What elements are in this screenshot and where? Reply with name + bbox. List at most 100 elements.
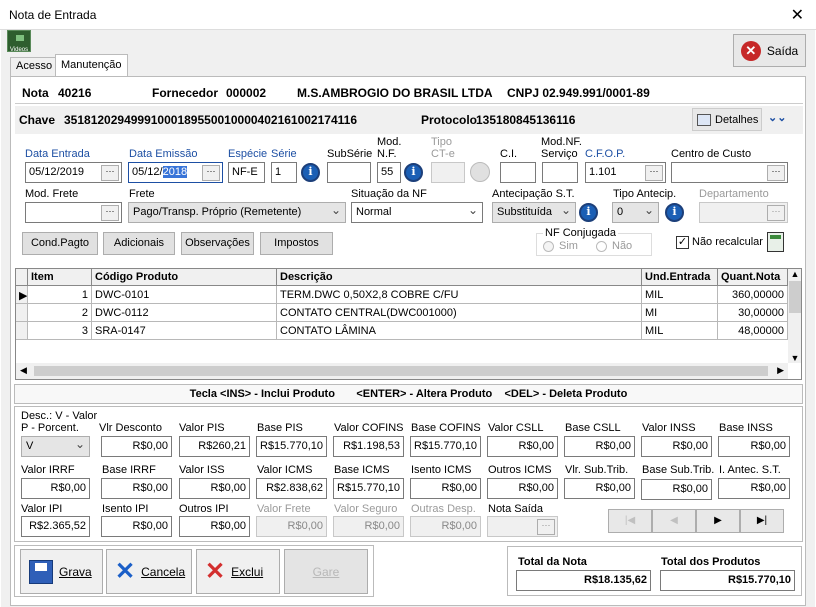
modfrete-picker[interactable]: ···: [101, 205, 119, 221]
adicionais-button[interactable]: Adicionais: [103, 232, 175, 255]
vlr-subtrib-input[interactable]: R$0,00: [564, 478, 635, 499]
outros-icms-input[interactable]: R$0,00: [487, 478, 558, 499]
nav-last-button[interactable]: ▶|: [740, 509, 784, 533]
base-icms-input[interactable]: R$15.770,10: [333, 478, 404, 499]
calculator-icon[interactable]: [767, 232, 784, 252]
row-indicator[interactable]: [16, 322, 28, 340]
hscroll-thumb[interactable]: [34, 366, 768, 376]
table-cell-quant[interactable]: 48,00000: [718, 322, 788, 340]
col-und[interactable]: Und.Entrada: [642, 269, 718, 286]
impostos-button[interactable]: Impostos: [260, 232, 333, 255]
scroll-thumb[interactable]: [789, 281, 801, 313]
table-cell-item[interactable]: 2: [28, 304, 92, 322]
table-cell-item[interactable]: 3: [28, 322, 92, 340]
tab-acesso[interactable]: Acesso: [10, 57, 59, 77]
base-pis-input[interactable]: R$15.770,10: [256, 436, 327, 457]
centro-custo-input[interactable]: ···: [671, 162, 788, 183]
row-indicator[interactable]: ▶: [16, 286, 28, 304]
valor-iss-input[interactable]: R$0,00: [179, 478, 250, 499]
table-cell-descricao[interactable]: TERM.DWC 0,50X2,8 COBRE C/FU: [277, 286, 642, 304]
nav-first-button[interactable]: |◀: [608, 509, 652, 533]
table-cell-quant[interactable]: 30,00000: [718, 304, 788, 322]
col-quant[interactable]: Quant.Nota: [718, 269, 788, 286]
close-icon[interactable]: ✕: [791, 5, 804, 25]
centro-custo-picker[interactable]: ···: [767, 165, 785, 181]
col-descricao[interactable]: Descrição: [277, 269, 642, 286]
data-emissao-input[interactable]: 05/12/2018 ···: [128, 162, 223, 183]
antec-st-input[interactable]: R$0,00: [718, 478, 790, 499]
data-entrada-input[interactable]: 05/12/2019 ···: [25, 162, 122, 183]
modnfserv-input[interactable]: [542, 162, 578, 183]
expand-chevron-icon[interactable]: ⌄⌄: [768, 111, 786, 124]
nf-conjugada-sim-radio[interactable]: [543, 241, 554, 252]
isento-icms-input[interactable]: R$0,00: [410, 478, 481, 499]
modnf-info-icon[interactable]: i: [404, 163, 423, 182]
base-irrf-input[interactable]: R$0,00: [101, 478, 172, 499]
col-codigo[interactable]: Código Produto: [92, 269, 277, 286]
valor-irrf-input[interactable]: R$0,00: [21, 478, 90, 499]
table-cell-quant[interactable]: 360,00000: [718, 286, 788, 304]
table-cell-codigo[interactable]: SRA-0147: [92, 322, 277, 340]
exclui-button[interactable]: ✕ Exclui: [196, 549, 280, 594]
vertical-scrollbar[interactable]: ▲ ▼: [788, 269, 801, 363]
table-cell-und[interactable]: MIL: [642, 286, 718, 304]
cfop-picker[interactable]: ···: [645, 165, 663, 181]
situacao-select[interactable]: Normal: [351, 202, 483, 223]
table-cell-codigo[interactable]: DWC-0101: [92, 286, 277, 304]
tipo-antecip-select[interactable]: 0: [612, 202, 659, 223]
serie-input[interactable]: 1: [271, 162, 297, 183]
scroll-left-icon[interactable]: ◀: [20, 365, 27, 376]
base-inss-input[interactable]: R$0,00: [718, 436, 790, 457]
antecipacao-info-icon[interactable]: i: [579, 203, 598, 222]
base-subtrib-input[interactable]: R$0,00: [641, 479, 712, 500]
frete-select[interactable]: Pago/Transp. Próprio (Remetente): [128, 202, 346, 223]
nota-saida-picker[interactable]: ···: [537, 519, 555, 535]
tab-manutencao[interactable]: Manutenção: [55, 54, 128, 77]
valor-pis-input[interactable]: R$260,21: [179, 436, 250, 457]
base-cofins-input[interactable]: R$15.770,10: [410, 436, 481, 457]
nav-prev-button[interactable]: ◀: [652, 509, 696, 533]
table-cell-descricao[interactable]: CONTATO CENTRAL(DWC001000): [277, 304, 642, 322]
tipo-antecip-info-icon[interactable]: i: [665, 203, 684, 222]
modnf-input[interactable]: 55: [377, 162, 401, 183]
nao-recalcular-checkbox[interactable]: ✓: [676, 236, 689, 249]
serie-info-icon[interactable]: i: [301, 163, 320, 182]
table-cell-und[interactable]: MIL: [642, 322, 718, 340]
table-cell-descricao[interactable]: CONTATO LÂMINA: [277, 322, 642, 340]
exit-button[interactable]: ✕ Saída: [733, 34, 806, 67]
valor-icms-input[interactable]: R$2.838,62: [256, 478, 327, 499]
outros-ipi-input[interactable]: R$0,00: [179, 516, 250, 537]
especie-input[interactable]: NF-E: [228, 162, 265, 183]
videos-button[interactable]: Videos: [7, 30, 31, 53]
data-emissao-picker[interactable]: ···: [202, 165, 220, 181]
scroll-up-icon[interactable]: ▲: [788, 269, 801, 279]
cancela-button[interactable]: ✕ Cancela: [106, 549, 192, 594]
base-csll-input[interactable]: R$0,00: [564, 436, 635, 457]
isento-ipi-input[interactable]: R$0,00: [101, 516, 172, 537]
data-entrada-picker[interactable]: ···: [101, 165, 119, 181]
antecipacao-select[interactable]: Substituída: [492, 202, 576, 223]
grava-button[interactable]: Grava: [20, 549, 103, 594]
detalhes-button[interactable]: Detalhes: [692, 108, 762, 131]
valor-cofins-input[interactable]: R$1.198,53: [333, 436, 404, 457]
table-cell-und[interactable]: MI: [642, 304, 718, 322]
table-cell-codigo[interactable]: DWC-0112: [92, 304, 277, 322]
cond-pagto-button[interactable]: Cond.Pagto: [22, 232, 98, 255]
desc-tipo-select[interactable]: V: [21, 436, 90, 457]
modfrete-input[interactable]: ···: [25, 202, 122, 223]
horizontal-scrollbar[interactable]: ◀ ▶: [16, 363, 788, 379]
cfop-input[interactable]: 1.101 ···: [585, 162, 666, 183]
valor-csll-input[interactable]: R$0,00: [487, 436, 558, 457]
valor-ipi-input[interactable]: R$2.365,52: [21, 516, 90, 537]
nav-next-button[interactable]: ▶: [696, 509, 740, 533]
scroll-right-icon[interactable]: ▶: [777, 365, 784, 376]
scroll-down-icon[interactable]: ▼: [788, 353, 801, 363]
nf-conjugada-nao-radio[interactable]: [596, 241, 607, 252]
observacoes-button[interactable]: Observações: [181, 232, 254, 255]
vlr-desconto-input[interactable]: R$0,00: [101, 436, 172, 457]
valor-inss-input[interactable]: R$0,00: [641, 436, 712, 457]
col-item[interactable]: Item: [28, 269, 92, 286]
subserie-input[interactable]: [327, 162, 371, 183]
row-indicator[interactable]: [16, 304, 28, 322]
ci-input[interactable]: [500, 162, 536, 183]
